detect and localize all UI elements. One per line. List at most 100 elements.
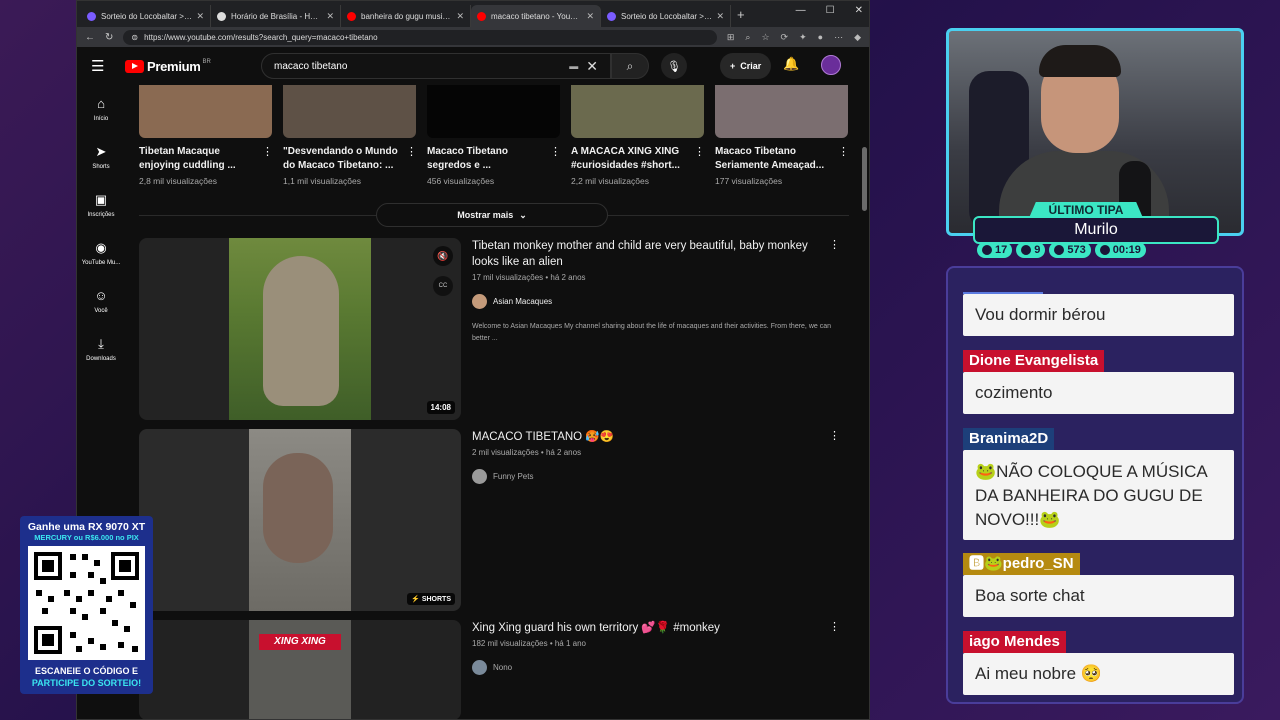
video-title[interactable]: MACACO TIBETANO 🥵😍 [472,429,832,445]
more-options-icon[interactable]: ⋮ [262,145,273,173]
sidebar-item-label: Shorts [92,164,110,170]
channel-avatar[interactable] [472,294,487,309]
short-title[interactable]: Macaco Tibetano Seriamente Ameaçad... [715,145,838,173]
keyboard-icon[interactable]: ▬ [569,61,578,71]
reload-icon[interactable]: ↻ [105,32,113,43]
short-thumbnail[interactable] [571,85,704,138]
short-thumbnail[interactable] [427,85,560,138]
show-more-row: Mostrar mais ⌄ [139,198,849,238]
sidebar-item[interactable]: ⤓ Downloads [77,325,125,373]
short-title[interactable]: A MACACA XING XING #curiosidades #short.… [571,145,694,173]
sidebar-item[interactable]: ▣ Inscrições [77,181,125,229]
video-result[interactable]: 🔇 CC 14:08 Tibetan monkey mother and chi… [139,238,849,420]
channel-name[interactable]: Funny Pets [493,472,533,481]
new-tab-icon[interactable]: + [737,7,745,22]
search-button[interactable]: ⌕ [611,53,649,79]
more-options-icon[interactable]: ⋮ [838,145,849,173]
clear-search-icon[interactable]: ✕ [586,58,598,75]
video-result[interactable]: ⚡ SHORTS MACACO TIBETANO 🥵😍 2 mil visual… [139,429,849,611]
sidebar-item[interactable]: ◉ YouTube Mu... [77,229,125,277]
close-tab-icon[interactable]: ✕ [196,11,204,22]
download-icon: ⤓ [98,336,104,351]
puzzle-icon[interactable]: ✦ [799,32,807,43]
more-options-icon[interactable]: ⋮ [694,145,705,173]
bookmark-star-icon[interactable]: ☆ [761,32,769,43]
extensions-icon[interactable]: ⟳ [781,32,789,43]
close-tab-icon[interactable]: ✕ [586,11,594,22]
mute-icon[interactable]: 🔇 [433,246,453,266]
video-info: MACACO TIBETANO 🥵😍 2 mil visualizações •… [472,429,840,611]
short-card[interactable]: "Desvendando o Mundo do Macaco Tibetano:… [283,85,417,186]
browser-tab[interactable]: Horário de Brasília - Hora Cert... ✕ [211,5,341,27]
close-tab-icon[interactable]: ✕ [326,11,334,22]
chat-message: Dione Evangelista cozimento [963,350,1234,414]
youtube-logo[interactable]: Premium BR [125,59,211,74]
sidebar-item[interactable]: ➤ Shorts [77,133,125,181]
search-results: Tibetan Macaque enjoying cuddling ... ⋮ 2,… [139,85,849,719]
short-title[interactable]: Macaco Tibetano segredos e ... [427,145,550,173]
monkey-figure [263,256,339,406]
create-button[interactable]: + Criar [720,53,772,79]
channel-name[interactable]: Asian Macaques [493,297,552,306]
more-options-icon[interactable]: ⋮ [829,620,840,633]
zoom-icon[interactable]: ⌕ [745,32,750,43]
hamburger-menu-icon[interactable]: ☰ [91,57,115,75]
sidebar-item[interactable]: ⌂ Início [77,85,125,133]
captions-icon[interactable]: CC [433,276,453,296]
short-thumbnail[interactable] [139,85,272,138]
minimize-icon[interactable]: — [796,5,806,16]
site-info-icon[interactable]: ⊜ [131,33,138,42]
close-tab-icon[interactable]: ✕ [716,11,724,22]
more-options-icon[interactable]: ⋮ [829,429,840,442]
channel-row[interactable]: Funny Pets [472,469,832,484]
channel-avatar[interactable] [472,469,487,484]
short-title[interactable]: Tibetan Macaque enjoying cuddling ... [139,145,262,173]
close-tab-icon[interactable]: ✕ [456,11,464,22]
short-thumbnail[interactable] [283,85,416,138]
show-more-button[interactable]: Mostrar mais ⌄ [376,203,608,227]
more-options-icon[interactable]: ⋮ [406,145,417,173]
notifications-bell-icon[interactable]: 🔔 [783,56,799,72]
close-window-icon[interactable]: ✕ [855,5,863,16]
short-card[interactable]: A MACACA XING XING #curiosidades #short.… [571,85,705,186]
tab-favicon-icon [607,11,616,21]
maximize-icon[interactable]: ☐ [826,5,835,16]
browser-tab[interactable]: macaco tibetano - YouTube ✕ [471,5,601,27]
profile-icon[interactable]: ● [818,32,823,43]
menu-dots-icon[interactable]: ⋯ [834,32,843,43]
logo-text: Premium [147,58,201,74]
video-thumbnail[interactable]: 🔇 CC 14:08 [139,238,461,420]
video-meta: 182 mil visualizações • há 1 ano [472,639,586,648]
search-input[interactable]: macaco tibetano ▬ ✕ [261,53,611,79]
apps-icon[interactable]: ⊞ [727,32,735,43]
short-thumbnail[interactable] [715,85,848,138]
video-thumbnail[interactable]: ⚡ SHORTS [139,429,461,611]
browser-tab[interactable]: Sorteio do Locobaltar > Sorte... ✕ [601,5,731,27]
sidebar-item[interactable]: ☺ Você [77,277,125,325]
video-title[interactable]: Xing Xing guard his own territory 💕🌹 #mo… [472,620,832,636]
copilot-icon[interactable]: ◆ [854,32,861,43]
scrollbar[interactable] [862,147,867,211]
voice-search-button[interactable]: 🎙 [661,53,687,79]
channel-name[interactable]: Nono [493,663,512,672]
account-avatar[interactable] [821,55,841,75]
short-card[interactable]: Macaco Tibetano Seriamente Ameaçad... ⋮ 17… [715,85,849,186]
channel-row[interactable]: Asian Macaques [472,294,832,309]
short-card[interactable]: Macaco Tibetano segredos e ... ⋮ 456 visua… [427,85,561,186]
channel-avatar[interactable] [472,660,487,675]
video-thumbnail[interactable]: XING XING [139,620,461,719]
more-options-icon[interactable]: ⋮ [550,145,561,173]
video-title[interactable]: Tibetan monkey mother and child are very… [472,238,832,270]
browser-tab[interactable]: Sorteio do Locobaltar > Dado... ✕ [81,5,211,27]
channel-row[interactable]: Nono [472,660,832,675]
video-result[interactable]: XING XING Xing Xing guard his own territ… [139,620,849,719]
short-title[interactable]: "Desvendando o Mundo do Macaco Tibetano:… [283,145,406,173]
promo-cta-2: PARTICIPE DO SORTEIO! [31,678,142,688]
promo-cta: ESCANEIE O CÓDIGO E [34,666,139,676]
back-icon[interactable]: ← [85,32,95,43]
url-field[interactable]: ⊜ https://www.youtube.com/results?search… [123,29,717,45]
streamer-hair [1039,45,1121,77]
short-card[interactable]: Tibetan Macaque enjoying cuddling ... ⋮ 2,… [139,85,273,186]
browser-tab[interactable]: banheira do gugu musica - Yo... ✕ [341,5,471,27]
more-options-icon[interactable]: ⋮ [829,238,840,251]
